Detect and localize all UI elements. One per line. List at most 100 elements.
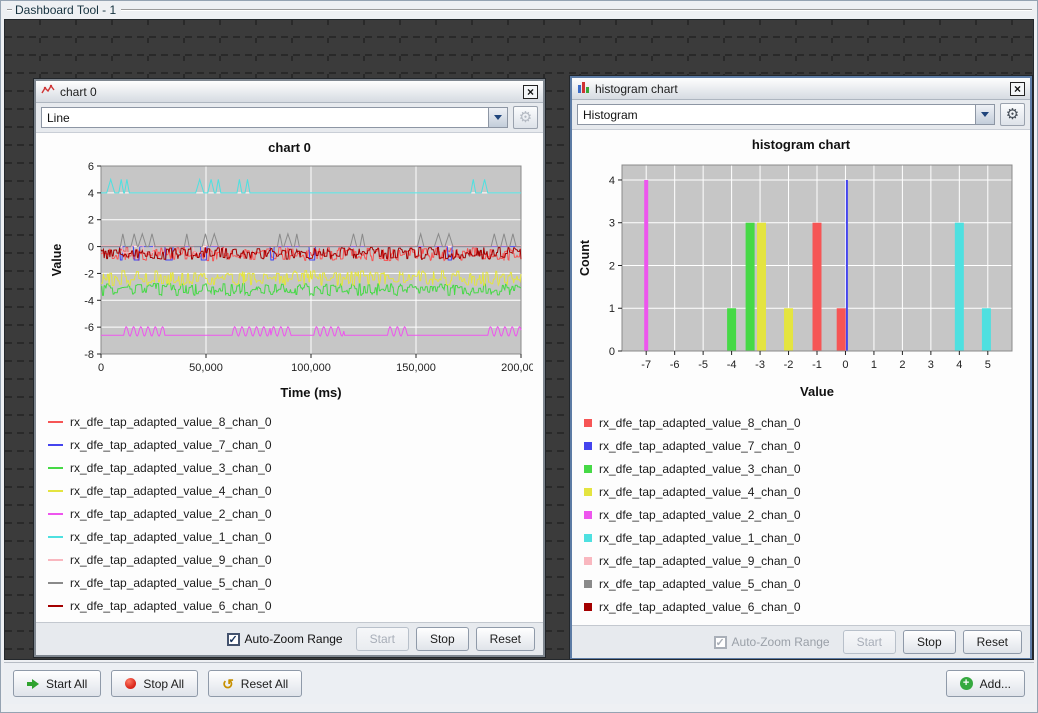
- svg-text:2: 2: [609, 260, 615, 272]
- legend-item: rx_dfe_tap_adapted_value_2_chan_0: [48, 502, 543, 525]
- svg-text:200,000: 200,000: [501, 362, 533, 374]
- reset-button[interactable]: Reset: [963, 630, 1022, 654]
- chart0-controls: ✓ Auto-Zoom Range Start Stop Reset: [36, 622, 543, 655]
- legend-label: rx_dfe_tap_adapted_value_8_chan_0: [70, 415, 272, 429]
- legend: rx_dfe_tap_adapted_value_8_chan_0 rx_dfe_…: [572, 405, 1030, 618]
- gear-icon: ⚙: [519, 110, 532, 125]
- histogram-titlebar[interactable]: histogram chart ×: [572, 78, 1030, 100]
- legend-marker: [584, 557, 592, 565]
- histogram-window[interactable]: histogram chart × Histogram ⚙ histogram …: [570, 76, 1032, 660]
- svg-text:5: 5: [985, 359, 991, 371]
- legend-marker: [48, 444, 63, 446]
- start-all-button[interactable]: Start All: [13, 670, 101, 697]
- auto-zoom-label: Auto-Zoom Range: [245, 632, 343, 646]
- svg-text:0: 0: [609, 346, 615, 358]
- dashboard-window: Dashboard Tool - 1 chart 0 × Line ⚙ c: [0, 0, 1038, 713]
- legend-label: rx_dfe_tap_adapted_value_5_chan_0: [599, 577, 801, 591]
- auto-zoom-checkbox[interactable]: ✓ Auto-Zoom Range: [227, 632, 343, 646]
- close-icon[interactable]: ×: [523, 85, 538, 99]
- legend-label: rx_dfe_tap_adapted_value_3_chan_0: [70, 461, 272, 475]
- chart0-titlebar[interactable]: chart 0 ×: [36, 81, 543, 103]
- stop-button[interactable]: Stop: [903, 630, 956, 654]
- svg-text:-7: -7: [641, 359, 651, 371]
- legend-item: rx_dfe_tap_adapted_value_5_chan_0: [584, 572, 1030, 595]
- legend-item: rx_dfe_tap_adapted_value_9_chan_0: [48, 548, 543, 571]
- chevron-down-icon[interactable]: [975, 105, 994, 124]
- legend-marker: [48, 605, 63, 607]
- auto-zoom-checkbox[interactable]: ✓ Auto-Zoom Range: [714, 635, 830, 649]
- close-icon[interactable]: ×: [1010, 82, 1025, 96]
- svg-text:-1: -1: [812, 359, 822, 371]
- legend-label: rx_dfe_tap_adapted_value_3_chan_0: [599, 462, 801, 476]
- svg-text:Value: Value: [50, 244, 64, 277]
- legend-item: rx_dfe_tap_adapted_value_3_chan_0: [584, 457, 1030, 480]
- svg-text:1: 1: [609, 303, 615, 315]
- legend-item: rx_dfe_tap_adapted_value_7_chan_0: [48, 433, 543, 456]
- chevron-down-icon[interactable]: [488, 108, 507, 127]
- svg-text:2: 2: [899, 359, 905, 371]
- main-toolbar: Start All Stop All ↺ Reset All + Add...: [4, 662, 1034, 704]
- chart0-content: chart 0 6420-2-4-6-8050,000100,000150,00…: [36, 133, 543, 622]
- legend-marker: [584, 511, 592, 519]
- svg-text:150,000: 150,000: [396, 362, 436, 374]
- legend-marker: [48, 559, 63, 561]
- reset-all-button[interactable]: ↺ Reset All: [208, 670, 302, 697]
- svg-text:-3: -3: [755, 359, 765, 371]
- legend-label: rx_dfe_tap_adapted_value_8_chan_0: [599, 416, 801, 430]
- reset-all-icon: ↺: [222, 678, 234, 690]
- legend-label: rx_dfe_tap_adapted_value_9_chan_0: [70, 553, 272, 567]
- legend-item: rx_dfe_tap_adapted_value_1_chan_0: [48, 525, 543, 548]
- chart0-title: chart 0: [60, 85, 97, 99]
- legend-marker: [48, 513, 63, 515]
- legend-marker: [584, 603, 592, 611]
- settings-button[interactable]: ⚙: [513, 106, 538, 129]
- legend-label: rx_dfe_tap_adapted_value_9_chan_0: [599, 554, 801, 568]
- line-chart-plot: 6420-2-4-6-8050,000100,000150,000200,000…: [47, 156, 533, 404]
- reset-button[interactable]: Reset: [476, 627, 535, 651]
- legend-label: rx_dfe_tap_adapted_value_1_chan_0: [70, 530, 272, 544]
- legend-item: rx_dfe_tap_adapted_value_8_chan_0: [48, 410, 543, 433]
- start-button[interactable]: Start: [843, 630, 896, 654]
- add-button[interactable]: + Add...: [946, 670, 1025, 697]
- svg-text:-8: -8: [84, 349, 94, 361]
- svg-text:-6: -6: [670, 359, 680, 371]
- start-button[interactable]: Start: [356, 627, 409, 651]
- chart-title: chart 0: [36, 140, 543, 155]
- legend-item: rx_dfe_tap_adapted_value_1_chan_0: [584, 526, 1030, 549]
- legend-label: rx_dfe_tap_adapted_value_7_chan_0: [70, 438, 272, 452]
- legend-label: rx_dfe_tap_adapted_value_4_chan_0: [599, 485, 801, 499]
- add-label: Add...: [980, 677, 1011, 691]
- svg-text:1: 1: [871, 359, 877, 371]
- stop-all-label: Stop All: [143, 677, 184, 691]
- legend-item: rx_dfe_tap_adapted_value_9_chan_0: [584, 549, 1030, 572]
- legend-marker: [584, 465, 592, 473]
- chart-type-select[interactable]: Histogram: [577, 104, 995, 125]
- histogram-plot: 01234-7-6-5-4-3-2-1012345CountValue: [576, 153, 1026, 405]
- histogram-content: histogram chart 01234-7-6-5-4-3-2-101234…: [572, 130, 1030, 625]
- stop-button[interactable]: Stop: [416, 627, 469, 651]
- chart0-window[interactable]: chart 0 × Line ⚙ chart 0 6420-2-4-6-8050…: [34, 79, 545, 657]
- legend-marker: [584, 534, 592, 542]
- legend-item: rx_dfe_tap_adapted_value_5_chan_0: [48, 571, 543, 594]
- stop-all-button[interactable]: Stop All: [111, 670, 198, 697]
- legend-marker: [48, 582, 63, 584]
- legend-label: rx_dfe_tap_adapted_value_5_chan_0: [70, 576, 272, 590]
- chart-type-select[interactable]: Line: [41, 107, 508, 128]
- legend-marker: [584, 419, 592, 427]
- svg-text:Time (ms): Time (ms): [280, 385, 341, 400]
- checkbox-check-icon[interactable]: ✓: [227, 633, 240, 646]
- legend-item: rx_dfe_tap_adapted_value_8_chan_0: [584, 411, 1030, 434]
- svg-text:Value: Value: [800, 384, 834, 399]
- svg-text:50,000: 50,000: [189, 362, 223, 374]
- svg-text:4: 4: [87, 188, 93, 200]
- settings-button[interactable]: ⚙: [1000, 103, 1025, 126]
- chart-type-value: Line: [47, 111, 70, 125]
- legend-label: rx_dfe_tap_adapted_value_1_chan_0: [599, 531, 801, 545]
- gear-icon: ⚙: [1006, 107, 1019, 122]
- chart-type-value: Histogram: [583, 108, 638, 122]
- window-titlebar: Dashboard Tool - 1: [3, 1, 1035, 18]
- histogram-chart-icon: [577, 80, 590, 98]
- chart0-toolbar: Line ⚙: [36, 103, 543, 133]
- checkbox-check-icon[interactable]: ✓: [714, 636, 727, 649]
- svg-text:-4: -4: [84, 295, 94, 307]
